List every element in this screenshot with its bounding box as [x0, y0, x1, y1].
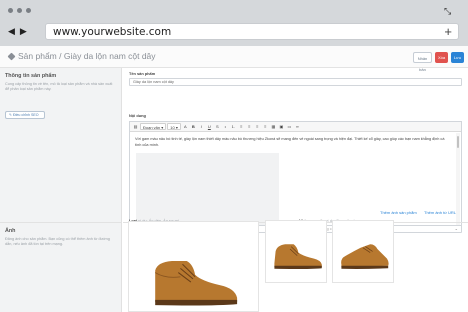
toolbar-button[interactable]: ▣: [278, 123, 285, 130]
breadcrumb: Sản phẩm / Giày da lộn nam cột dây: [7, 51, 156, 61]
toolbar-button[interactable]: I: [198, 123, 205, 130]
image-section-title: Ảnh: [5, 228, 16, 234]
new-tab-icon[interactable]: +: [444, 24, 452, 40]
shoe-image: [274, 244, 322, 269]
size-select-value: 10: [170, 125, 175, 130]
scrollbar-thumb[interactable]: [457, 136, 459, 148]
toolbar-button[interactable]: ≡: [262, 123, 269, 130]
name-label: Tên sản phẩm: [129, 71, 156, 76]
content-label: Nội dung: [129, 113, 146, 118]
product-page: Sản phẩm / Giày da lộn nam cột dây Nhân …: [0, 46, 468, 312]
shoe-image: [341, 244, 389, 269]
description-text[interactable]: Với gam màu nâu bò tinh tế, giày lộn nam…: [135, 137, 447, 148]
add-image-url-link[interactable]: Thêm ảnh từ URL: [424, 210, 456, 215]
toolbar-button[interactable]: ≡: [246, 123, 253, 130]
breadcrumb-current: Giày da lộn nam cột dây: [63, 51, 156, 61]
paragraph-select-value: Đoạn văn: [143, 125, 161, 130]
toolbar-button[interactable]: A: [182, 123, 189, 130]
breadcrumb-products[interactable]: Sản phẩm: [18, 51, 57, 61]
sidebar: Thông tin sản phẩm Cung cấp thông tin về…: [0, 68, 122, 312]
window-controls: [8, 8, 31, 13]
save-button[interactable]: Lưu: [451, 52, 464, 63]
product-image-main[interactable]: [128, 221, 259, 312]
info-section-desc: Cung cấp thông tin về tên, mô tả loại sả…: [5, 82, 113, 91]
duplicate-button[interactable]: Nhân bản: [413, 52, 432, 72]
url-text[interactable]: www.yourwebsite.com: [53, 26, 171, 38]
toolbar-button[interactable]: ▭: [286, 123, 293, 130]
seo-button[interactable]: ✎ Điều chỉnh SEO: [5, 111, 45, 119]
window-dot[interactable]: [8, 8, 13, 13]
toolbar-button[interactable]: •: [222, 123, 229, 130]
toolbar-button[interactable]: 1.: [230, 123, 237, 130]
source-icon[interactable]: ▤: [132, 123, 139, 130]
expand-icon[interactable]: ⤡: [444, 6, 454, 16]
editor-scrollbar[interactable]: [456, 133, 460, 226]
tag-icon: [7, 52, 16, 61]
editor-image-placeholder[interactable]: [136, 153, 279, 227]
shoe-image: [154, 261, 238, 306]
info-section-title: Thông tin sản phẩm: [5, 73, 57, 79]
toolbar-button[interactable]: B: [190, 123, 197, 130]
toolbar-button[interactable]: ∞: [294, 123, 301, 130]
toolbar-button[interactable]: ≡: [238, 123, 245, 130]
address-bar[interactable]: www.yourwebsite.com +: [45, 23, 459, 40]
back-icon[interactable]: ◀: [8, 26, 15, 36]
editor-toolbar: ▤ Đoạn văn ▾ 10 ▾ A B I U S • 1. ≡ ≡ ≡ ≡ ▦ ▣ ▭ ∞: [130, 122, 461, 132]
product-image-thumb-2[interactable]: [332, 220, 394, 283]
window-dot[interactable]: [17, 8, 22, 13]
toolbar-button[interactable]: ▦: [270, 123, 277, 130]
divider: [0, 222, 122, 223]
size-select[interactable]: 10 ▾: [167, 123, 181, 130]
browser-nav: ◀ ▶: [8, 26, 32, 37]
window-dot[interactable]: [26, 8, 31, 13]
forward-icon[interactable]: ▶: [20, 26, 27, 36]
add-image-link[interactable]: Thêm ảnh sản phẩm: [380, 210, 417, 215]
name-field[interactable]: Giày da lộn nam cột dây: [129, 78, 462, 86]
seo-button-label: Điều chỉnh SEO: [13, 113, 39, 117]
toolbar-button[interactable]: U: [206, 123, 213, 130]
image-section-desc: Đăng ảnh cho sản phẩm. Bạn cũng có thể t…: [5, 237, 110, 246]
toolbar-button[interactable]: ≡: [254, 123, 261, 130]
page-header: Sản phẩm / Giày da lộn nam cột dây Nhân …: [0, 46, 468, 72]
toolbar-button[interactable]: S: [214, 123, 221, 130]
delete-button[interactable]: Xóa: [435, 52, 448, 63]
breadcrumb-separator: /: [59, 51, 62, 61]
paragraph-select[interactable]: Đoạn văn ▾: [140, 123, 167, 130]
product-image-thumb-1[interactable]: [265, 220, 327, 283]
chevron-down-icon: ⌄: [454, 226, 458, 231]
